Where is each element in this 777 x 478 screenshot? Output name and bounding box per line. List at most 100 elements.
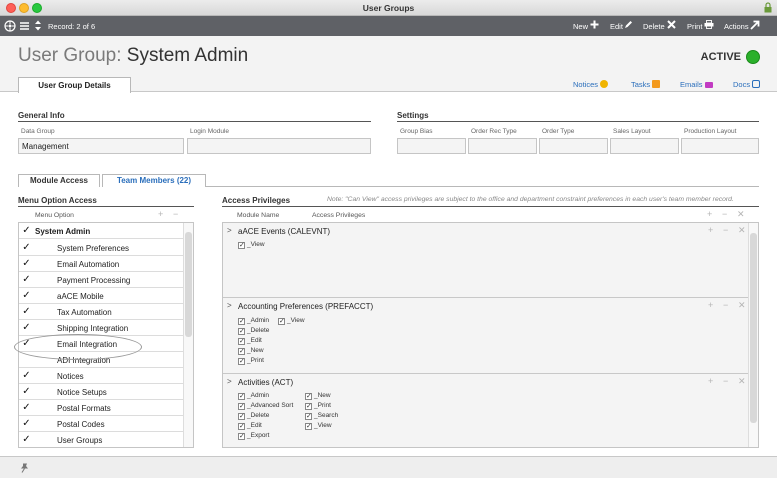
data-group-label: Data Group	[21, 128, 55, 135]
tab-module-access[interactable]: Module Access	[18, 174, 100, 187]
navigation-wheel-icon[interactable]	[4, 20, 16, 32]
privilege-checkbox[interactable]: ✓ _Advanced Sort	[238, 402, 293, 410]
edit-button[interactable]: Edit	[610, 22, 623, 31]
checkbox[interactable]: ✓	[21, 274, 32, 285]
privilege-checkbox[interactable]: ✓ _View	[305, 422, 332, 430]
login-module-field[interactable]	[187, 138, 371, 154]
sales-layout-field[interactable]	[610, 138, 679, 154]
general-info-heading: General Info	[18, 111, 65, 120]
add-icon[interactable]: +	[708, 376, 713, 386]
list-view-icon[interactable]	[19, 20, 30, 32]
list-item[interactable]: ✓ System Admin	[19, 223, 184, 239]
delete-icon[interactable]: ✕	[738, 376, 746, 387]
privilege-checkbox[interactable]: ✓ _Delete	[238, 327, 269, 335]
pencil-icon[interactable]	[624, 20, 633, 29]
privilege-remove-button[interactable]: −	[722, 209, 727, 219]
menu-remove-button[interactable]: −	[173, 209, 178, 219]
expand-chevron-icon[interactable]: >	[227, 226, 232, 235]
checkbox[interactable]: ✓	[21, 306, 32, 317]
access-privileges-list: > aACE Events (CALEVNT) + − ✕ ✓ _View > A…	[222, 222, 759, 448]
expand-chevron-icon[interactable]: >	[227, 301, 232, 310]
order-type-field[interactable]	[539, 138, 608, 154]
delete-button[interactable]: Delete	[643, 22, 665, 31]
minus-icon[interactable]: −	[723, 376, 728, 386]
print-button[interactable]: Print	[687, 22, 702, 31]
status-label: ACTIVE	[700, 51, 741, 63]
module-title: Activities (ACT)	[238, 378, 294, 387]
privilege-delete-button[interactable]: ✕	[737, 209, 745, 220]
privilege-checkbox[interactable]: ✓ _Edit	[238, 422, 262, 430]
module-name-column-header: Module Name	[237, 212, 280, 219]
list-item[interactable]: ✓ Email Automation	[19, 256, 184, 272]
notices-link[interactable]: Notices	[573, 80, 609, 89]
list-item[interactable]: ✓ Notice Setups	[19, 384, 184, 400]
checkbox[interactable]: ✓	[21, 290, 32, 301]
docs-link-label: Docs	[733, 80, 751, 89]
privilege-checkbox[interactable]: ✓ _New	[305, 392, 331, 400]
menu-list-scrollbar[interactable]	[183, 223, 193, 447]
privilege-checkbox[interactable]: ✓ _Print	[238, 357, 264, 365]
status-indicator-icon[interactable]	[746, 50, 760, 64]
privilege-add-button[interactable]: +	[707, 209, 712, 219]
production-layout-field[interactable]	[681, 138, 759, 154]
emails-link[interactable]: Emails	[680, 80, 713, 89]
list-item[interactable]: ✓ Postal Codes	[19, 416, 184, 432]
privilege-checkbox[interactable]: ✓ _Export	[238, 432, 269, 440]
checkbox[interactable]: ✓	[21, 322, 32, 333]
docs-link[interactable]: Docs	[733, 80, 761, 89]
checkbox[interactable]: ✓	[21, 386, 32, 397]
menu-add-button[interactable]: +	[158, 209, 163, 219]
menu-item-label: User Groups	[57, 436, 103, 445]
record-stepper-icon[interactable]	[34, 19, 42, 32]
actions-button[interactable]: Actions	[724, 22, 749, 31]
checkbox[interactable]: ✓	[21, 434, 32, 445]
scrollbar-thumb[interactable]	[750, 233, 757, 423]
delete-x-icon[interactable]	[667, 20, 676, 29]
privilege-checkbox[interactable]: ✓ _View	[278, 317, 305, 325]
privilege-checkbox[interactable]: ✓ _View	[238, 241, 265, 249]
list-item[interactable]: ✓ aACE Mobile	[19, 288, 184, 304]
checkbox[interactable]: ✓	[21, 258, 32, 269]
minus-icon[interactable]: −	[723, 300, 728, 310]
list-item[interactable]: ✓ Notices	[19, 368, 184, 384]
checkbox[interactable]: ✓	[21, 370, 32, 381]
actions-arrow-icon[interactable]	[750, 20, 760, 30]
expand-chevron-icon[interactable]: >	[227, 377, 232, 386]
printer-icon[interactable]	[704, 20, 714, 29]
list-item[interactable]: ✓ User Groups	[19, 432, 184, 447]
page-title-prefix: User Group:	[18, 45, 122, 66]
privilege-checkbox[interactable]: ✓ _Print	[305, 402, 331, 410]
access-note: Note: "Can View" access privileges are s…	[327, 196, 734, 203]
checkbox[interactable]: ✓	[21, 242, 32, 253]
add-icon[interactable]: +	[708, 225, 713, 235]
new-button[interactable]: New	[573, 22, 588, 31]
list-item[interactable]: ✓ Postal Formats	[19, 400, 184, 416]
privileges-scrollbar[interactable]	[748, 223, 758, 447]
privilege-checkbox[interactable]: ✓ _Admin	[238, 392, 269, 400]
privilege-checkbox[interactable]: ✓ _Delete	[238, 412, 269, 420]
checkbox[interactable]: ✓	[21, 418, 32, 429]
pin-icon[interactable]	[20, 463, 29, 473]
privilege-checkbox[interactable]: ✓ _Search	[305, 412, 338, 420]
add-icon[interactable]: +	[708, 300, 713, 310]
data-group-field[interactable]: Management	[18, 138, 184, 154]
list-item[interactable]: ✓ Tax Automation	[19, 304, 184, 320]
privilege-checkbox[interactable]: ✓ _New	[238, 347, 264, 355]
minus-icon[interactable]: −	[723, 225, 728, 235]
tab-user-group-details[interactable]: User Group Details	[18, 77, 131, 93]
group-bias-field[interactable]	[397, 138, 466, 154]
tab-team-members[interactable]: Team Members (22)	[102, 174, 206, 187]
checkbox[interactable]: ✓	[21, 402, 32, 413]
plus-icon[interactable]	[590, 20, 599, 29]
scrollbar-thumb[interactable]	[185, 232, 192, 337]
order-rec-type-field[interactable]	[468, 138, 537, 154]
tasks-link[interactable]: Tasks	[631, 80, 661, 89]
list-item[interactable]: ✓ System Preferences	[19, 240, 184, 256]
list-item[interactable]: ✓ Shipping Integration	[19, 320, 184, 336]
delete-icon[interactable]: ✕	[738, 300, 746, 311]
checkbox[interactable]: ✓	[21, 225, 32, 236]
privilege-checkbox[interactable]: ✓ _Admin	[238, 317, 269, 325]
delete-icon[interactable]: ✕	[738, 225, 746, 236]
privilege-checkbox[interactable]: ✓ _Edit	[238, 337, 262, 345]
list-item[interactable]: ✓ Payment Processing	[19, 272, 184, 288]
